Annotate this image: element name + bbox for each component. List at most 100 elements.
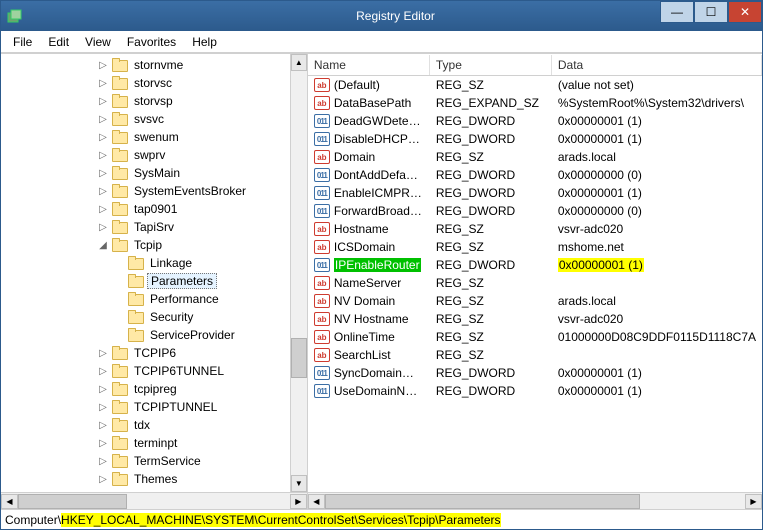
list-header[interactable]: Name Type Data: [308, 54, 762, 76]
scroll-thumb[interactable]: [325, 494, 640, 509]
expand-toggle[interactable]: ▷: [97, 384, 109, 395]
list-row[interactable]: 011UseDomainNam...REG_DWORD0x00000001 (1…: [308, 382, 762, 400]
tree-item[interactable]: ▷swenum: [1, 128, 307, 146]
expand-toggle[interactable]: ▷: [97, 222, 109, 233]
tree-item[interactable]: ▷TermService: [1, 452, 307, 470]
tree-item[interactable]: ▷tdx: [1, 416, 307, 434]
scroll-track[interactable]: [291, 71, 307, 475]
menu-help[interactable]: Help: [184, 33, 225, 51]
expand-toggle[interactable]: ▷: [97, 114, 109, 125]
expand-toggle[interactable]: ▷: [97, 186, 109, 197]
list-row[interactable]: 011DisableDHCPMe...REG_DWORD0x00000001 (…: [308, 130, 762, 148]
tree-item[interactable]: Linkage: [1, 254, 307, 272]
list-row[interactable]: abNameServerREG_SZ: [308, 274, 762, 292]
value-name: Domain: [334, 150, 375, 164]
tree-item[interactable]: ▷tap0901: [1, 200, 307, 218]
list-row[interactable]: 011DeadGWDetect...REG_DWORD0x00000001 (1…: [308, 112, 762, 130]
scroll-left-arrow[interactable]: ◀: [308, 494, 325, 509]
tree-item[interactable]: ▷storvsc: [1, 74, 307, 92]
tree-item[interactable]: ServiceProvider: [1, 326, 307, 344]
expand-toggle[interactable]: ▷: [97, 366, 109, 377]
scroll-left-arrow[interactable]: ◀: [1, 494, 18, 509]
list-scroll[interactable]: ab(Default)REG_SZ(value not set)abDataBa…: [308, 76, 762, 492]
tree-item[interactable]: Parameters: [1, 272, 307, 290]
list-row[interactable]: 011DontAddDefault...REG_DWORD0x00000000 …: [308, 166, 762, 184]
list-row[interactable]: abOnlineTimeREG_SZ01000000D08C9DDF0115D1…: [308, 328, 762, 346]
string-value-icon: ab: [314, 78, 330, 92]
value-type: REG_DWORD: [430, 186, 552, 200]
column-name[interactable]: Name: [308, 55, 430, 75]
folder-icon: [112, 346, 128, 360]
scroll-thumb[interactable]: [18, 494, 127, 509]
expand-toggle[interactable]: ▷: [97, 474, 109, 485]
folder-icon: [128, 256, 144, 270]
minimize-button[interactable]: —: [660, 1, 694, 23]
list-row[interactable]: abNV HostnameREG_SZvsvr-adc020: [308, 310, 762, 328]
scroll-right-arrow[interactable]: ▶: [290, 494, 307, 509]
expand-toggle[interactable]: ▷: [97, 402, 109, 413]
list-row[interactable]: abICSDomainREG_SZmshome.net: [308, 238, 762, 256]
expand-toggle[interactable]: ▷: [97, 438, 109, 449]
expand-toggle[interactable]: ▷: [97, 78, 109, 89]
scroll-thumb[interactable]: [291, 338, 307, 378]
expand-toggle[interactable]: ▷: [97, 60, 109, 71]
tree-item[interactable]: ▷TCPIP6: [1, 344, 307, 362]
menu-view[interactable]: View: [77, 33, 119, 51]
tree-item[interactable]: ▷TapiSrv: [1, 218, 307, 236]
tree-item[interactable]: ▷stornvme: [1, 56, 307, 74]
value-type: REG_SZ: [430, 240, 552, 254]
scroll-up-arrow[interactable]: ▲: [291, 54, 307, 71]
list-row[interactable]: abNV DomainREG_SZarads.local: [308, 292, 762, 310]
tree-item[interactable]: ▷swprv: [1, 146, 307, 164]
values-list[interactable]: ab(Default)REG_SZ(value not set)abDataBa…: [308, 76, 762, 400]
menu-favorites[interactable]: Favorites: [119, 33, 184, 51]
list-row[interactable]: 011IPEnableRouterREG_DWORD0x00000001 (1): [308, 256, 762, 274]
tree-item[interactable]: Performance: [1, 290, 307, 308]
tree-horizontal-scrollbar[interactable]: ◀ ▶: [1, 492, 307, 509]
expand-toggle[interactable]: ▷: [97, 150, 109, 161]
tree-scroll[interactable]: ▷stornvme▷storvsc▷storvsp▷svsvc▷swenum▷s…: [1, 54, 307, 492]
tree-item[interactable]: Security: [1, 308, 307, 326]
expand-toggle[interactable]: ▷: [97, 168, 109, 179]
tree-item[interactable]: ▷TCPIPTUNNEL: [1, 398, 307, 416]
maximize-button[interactable]: ☐: [694, 1, 728, 23]
registry-tree[interactable]: ▷stornvme▷storvsc▷storvsp▷svsvc▷swenum▷s…: [1, 54, 307, 490]
list-row[interactable]: abDataBasePathREG_EXPAND_SZ%SystemRoot%\…: [308, 94, 762, 112]
list-horizontal-scrollbar[interactable]: ◀ ▶: [308, 492, 762, 509]
expand-toggle[interactable]: ◢: [97, 240, 109, 251]
close-button[interactable]: ✕: [728, 1, 762, 23]
list-row[interactable]: abDomainREG_SZarads.local: [308, 148, 762, 166]
list-row[interactable]: 011EnableICMPRedi...REG_DWORD0x00000001 …: [308, 184, 762, 202]
expand-toggle[interactable]: ▷: [97, 348, 109, 359]
tree-item[interactable]: ▷terminpt: [1, 434, 307, 452]
tree-item[interactable]: ▷tcpipreg: [1, 380, 307, 398]
tree-item[interactable]: ◢Tcpip: [1, 236, 307, 254]
expand-toggle[interactable]: ▷: [97, 204, 109, 215]
expand-toggle[interactable]: ▷: [97, 96, 109, 107]
scroll-right-arrow[interactable]: ▶: [745, 494, 762, 509]
tree-item[interactable]: ▷SysMain: [1, 164, 307, 182]
titlebar[interactable]: Registry Editor — ☐ ✕: [1, 1, 762, 31]
string-value-icon: ab: [314, 240, 330, 254]
expand-toggle[interactable]: ▷: [97, 456, 109, 467]
tree-item[interactable]: ▷svsvc: [1, 110, 307, 128]
list-row[interactable]: ab(Default)REG_SZ(value not set): [308, 76, 762, 94]
tree-vertical-scrollbar[interactable]: ▲ ▼: [290, 54, 307, 492]
value-type: REG_DWORD: [430, 258, 552, 272]
list-row[interactable]: 011ForwardBroadca...REG_DWORD0x00000000 …: [308, 202, 762, 220]
expand-toggle[interactable]: ▷: [97, 420, 109, 431]
tree-item[interactable]: ▷TCPIP6TUNNEL: [1, 362, 307, 380]
column-data[interactable]: Data: [552, 55, 762, 75]
value-type: REG_SZ: [430, 312, 552, 326]
tree-item[interactable]: ▷SystemEventsBroker: [1, 182, 307, 200]
menu-edit[interactable]: Edit: [40, 33, 77, 51]
column-type[interactable]: Type: [430, 55, 552, 75]
list-row[interactable]: abSearchListREG_SZ: [308, 346, 762, 364]
list-row[interactable]: 011SyncDomainWit...REG_DWORD0x00000001 (…: [308, 364, 762, 382]
tree-item[interactable]: ▷storvsp: [1, 92, 307, 110]
scroll-down-arrow[interactable]: ▼: [291, 475, 307, 492]
menu-file[interactable]: File: [5, 33, 40, 51]
expand-toggle[interactable]: ▷: [97, 132, 109, 143]
tree-item[interactable]: ▷Themes: [1, 470, 307, 488]
list-row[interactable]: abHostnameREG_SZvsvr-adc020: [308, 220, 762, 238]
